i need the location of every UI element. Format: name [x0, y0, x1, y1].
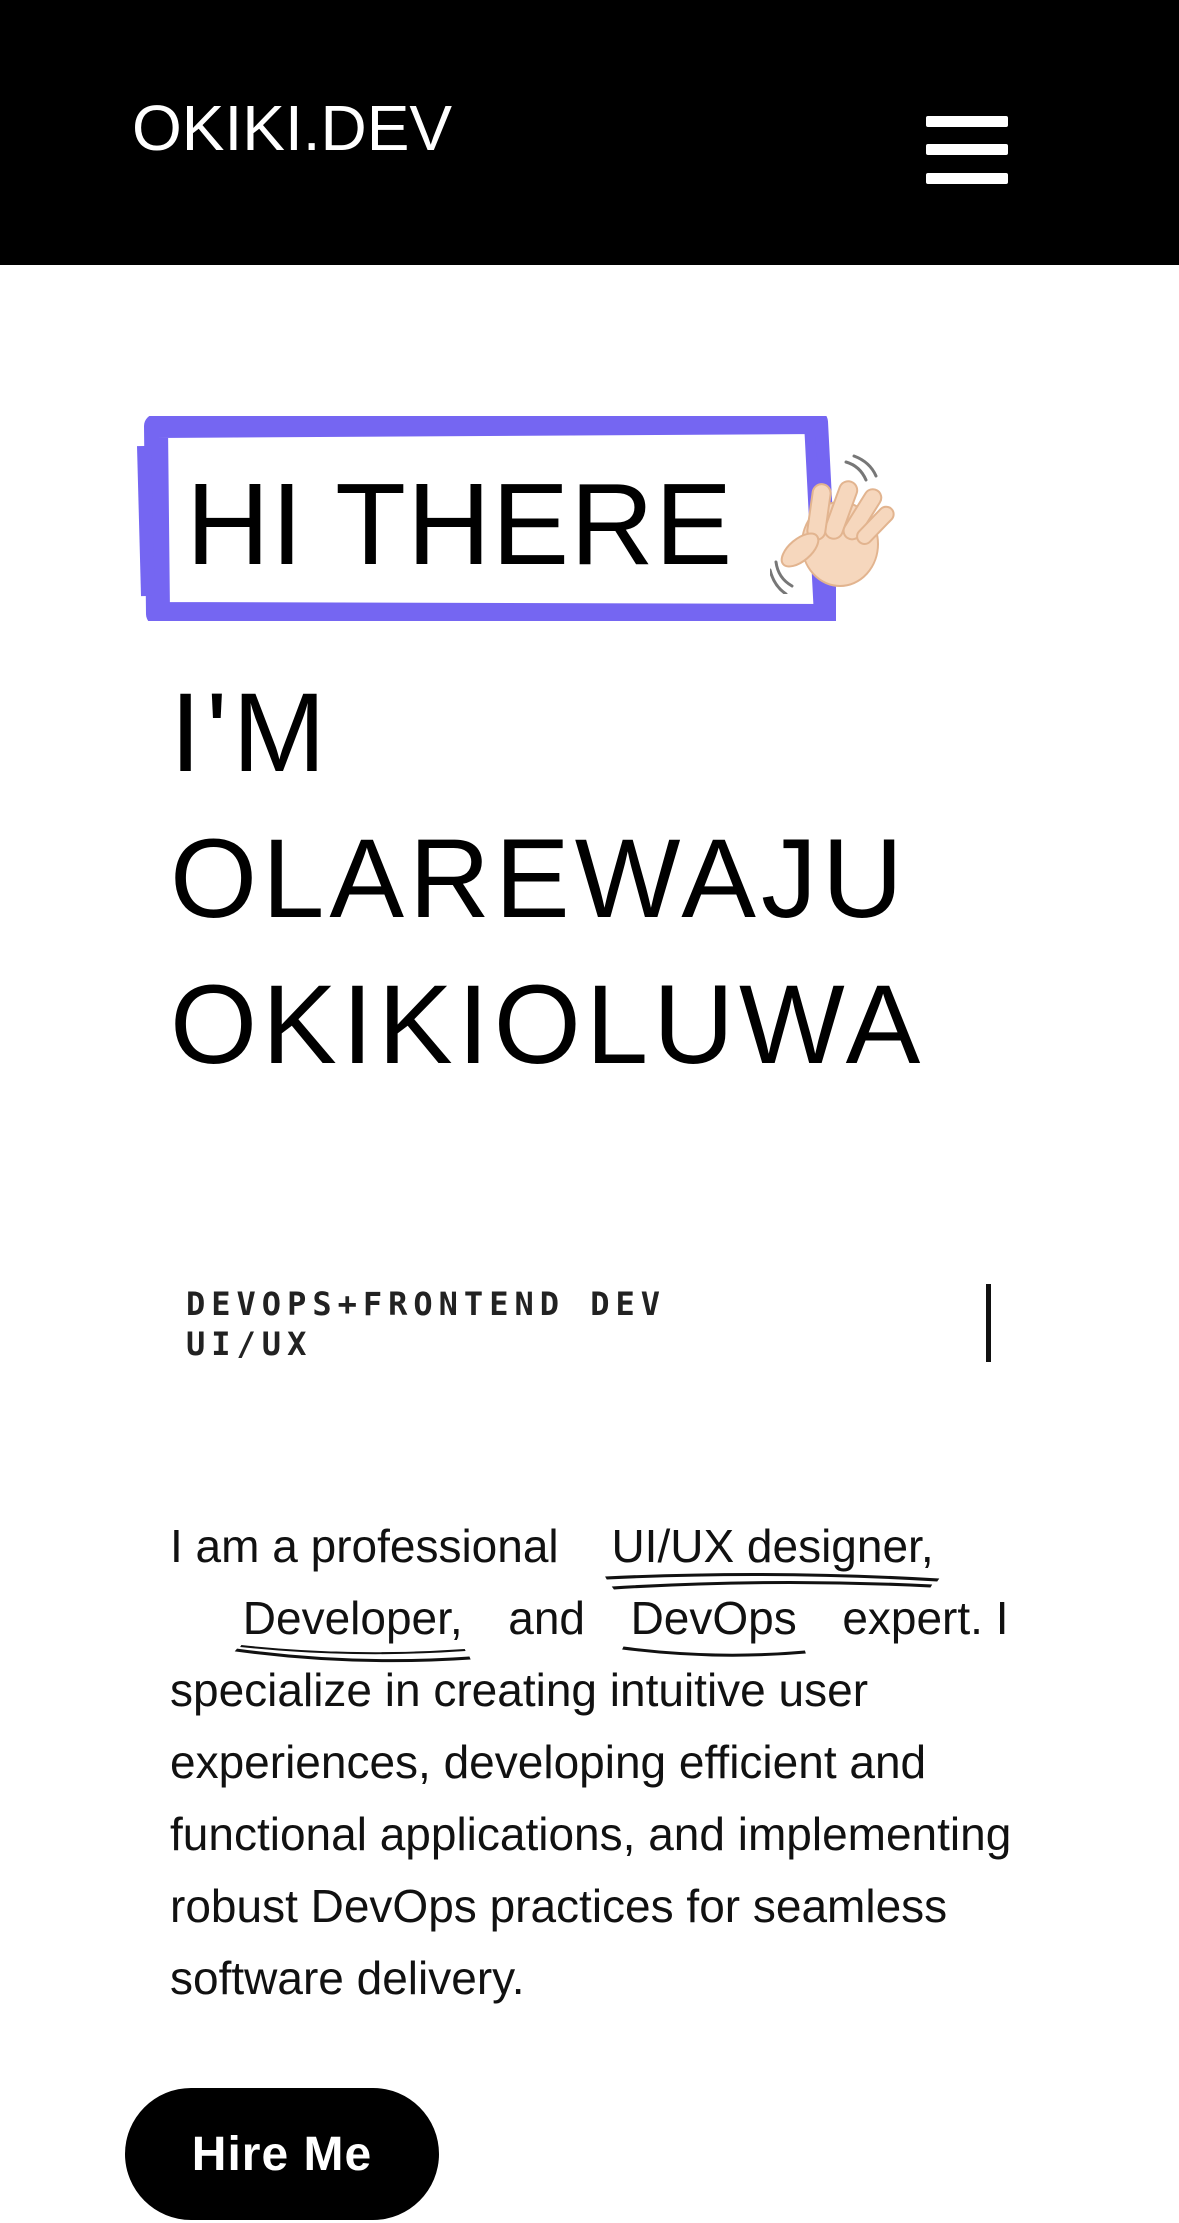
menu-bar — [926, 173, 1008, 184]
top-navbar: OKIKI.DEV — [0, 0, 1179, 265]
first-name: OLAREWAJU — [170, 816, 908, 941]
highlight-text: DevOps — [630, 1592, 797, 1644]
greeting-text: HI THERE — [186, 459, 734, 589]
underline-scribble — [621, 1646, 806, 1657]
menu-bar — [926, 116, 1008, 127]
bio-text: and — [508, 1592, 586, 1644]
greeting-box: HI THERE — [136, 416, 836, 621]
highlight-text: Developer, — [242, 1592, 463, 1644]
highlight-developer: Developer, — [234, 1582, 471, 1663]
menu-bar — [926, 144, 1008, 155]
bio-text: I am a professional — [170, 1520, 559, 1572]
hamburger-menu-icon[interactable] — [926, 116, 1008, 184]
waving-hand-icon — [770, 454, 895, 594]
roles-line: UI/UX — [186, 1325, 313, 1363]
hero-heading: I'M OLAREWAJU OKIKIOLUWA — [170, 660, 925, 1098]
roles-line: DEVOPS+FRONTEND DEV — [186, 1285, 667, 1323]
text-cursor — [986, 1284, 991, 1362]
hire-me-button[interactable]: Hire Me — [125, 2088, 439, 2220]
last-name: OKIKIOLUWA — [170, 962, 926, 1087]
highlight-text: UI/UX designer, — [611, 1520, 934, 1572]
intro-text: I'M — [170, 670, 331, 795]
site-logo[interactable]: OKIKI.DEV — [132, 96, 452, 160]
roles-typewriter: DEVOPS+FRONTEND DEV UI/UX — [186, 1284, 666, 1364]
highlight-uiux: UI/UX designer, — [605, 1510, 940, 1590]
highlight-devops: DevOps — [621, 1582, 806, 1657]
underline-scribble — [234, 1645, 471, 1663]
bio-paragraph: I am a professional UI/UX designer, Deve… — [170, 1510, 1130, 2014]
